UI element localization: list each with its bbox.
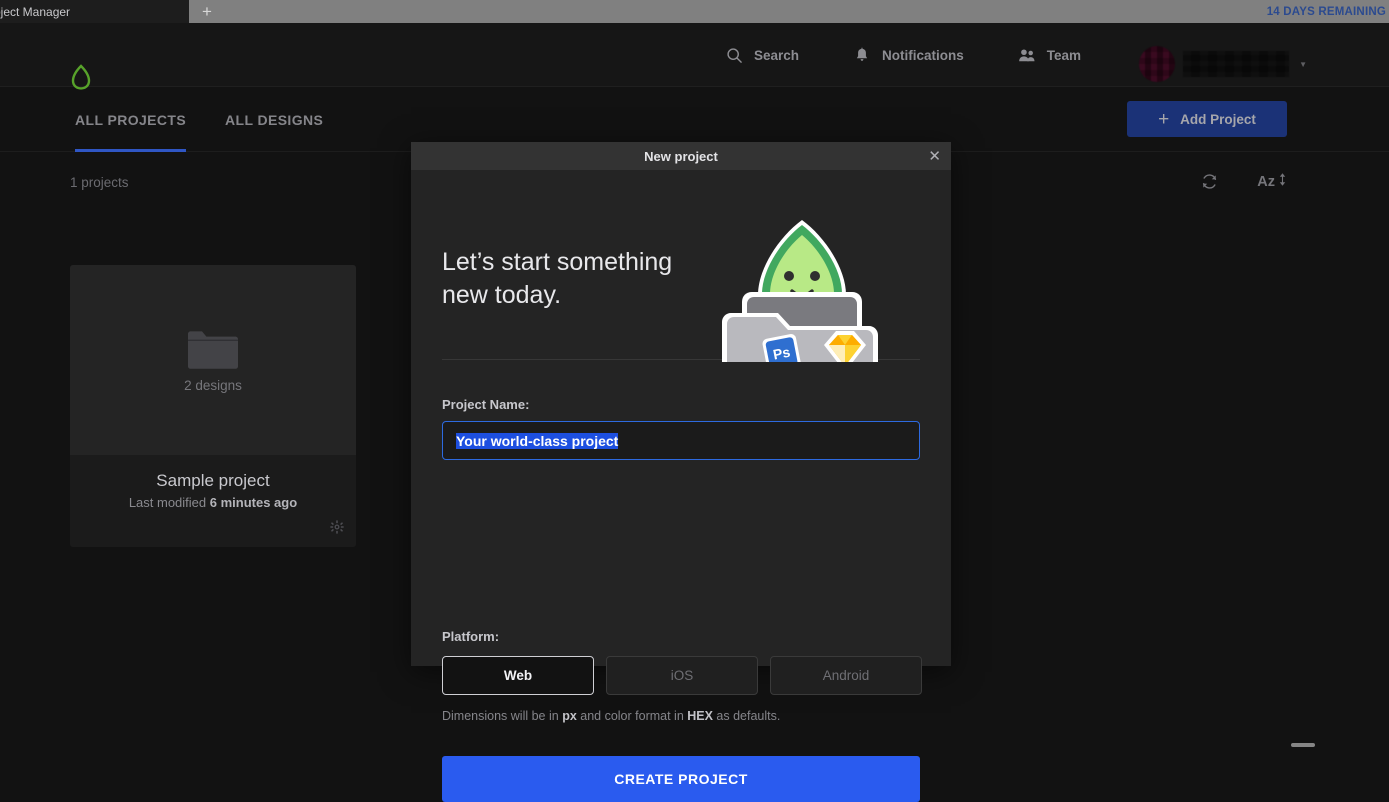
app-header: Search Notifications Team [0, 23, 1389, 87]
platform-label: Platform: [442, 629, 499, 644]
project-name-input[interactable] [442, 421, 920, 460]
svg-text:Ps: Ps [772, 344, 792, 362]
nav-item-label: Notifications [882, 48, 964, 63]
avocado-logo-icon[interactable] [70, 64, 92, 90]
browser-tab-title: oject Manager [0, 5, 70, 19]
nav-item-search[interactable]: Search [725, 46, 799, 64]
user-name-redacted [1183, 51, 1289, 77]
modal-hero: Let’s start something new today. [442, 170, 920, 360]
new-project-modal: New project ✕ Let’s start something new … [411, 142, 951, 666]
dims-note-part2: and color format in [577, 709, 687, 723]
dims-format: HEX [687, 709, 713, 723]
sort-label: Az [1257, 174, 1275, 190]
nav-item-label: Search [754, 48, 799, 63]
project-thumbnail: 2 designs [70, 265, 356, 455]
folder-icon [186, 328, 240, 372]
chevron-down-icon: ▼ [1299, 60, 1307, 69]
browser-chrome: oject Manager + 14 DAYS REMAINING [0, 0, 1389, 23]
project-modified: Last modified 6 minutes ago [70, 495, 356, 510]
add-project-label: Add Project [1180, 112, 1256, 127]
gear-icon[interactable] [330, 520, 344, 539]
search-icon [725, 46, 743, 64]
nav-item-team[interactable]: Team [1018, 46, 1081, 64]
tab-all-projects[interactable]: ALL PROJECTS [75, 88, 186, 152]
modified-value: 6 minutes ago [210, 495, 297, 510]
refresh-icon[interactable] [1200, 172, 1219, 191]
browser-tab-strip: oject Manager + [0, 0, 225, 23]
platform-option-web[interactable]: Web [442, 656, 594, 695]
modal-heading: Let’s start something new today. [442, 246, 672, 312]
platform-option-android[interactable]: Android [770, 656, 922, 695]
project-card[interactable]: 2 designs Sample project Last modified 6… [70, 265, 356, 547]
modified-prefix: Last modified [129, 495, 210, 510]
sort-control[interactable]: Az [1257, 172, 1287, 191]
user-menu[interactable]: ▼ [1139, 46, 1307, 82]
trial-days-remaining: 14 DAYS REMAINING [1267, 6, 1389, 18]
modal-body: Let’s start something new today. [411, 170, 951, 666]
tab-active-underline [75, 149, 186, 152]
dims-unit: px [562, 709, 577, 723]
nav-item-notifications[interactable]: Notifications [853, 46, 964, 64]
tab-all-designs[interactable]: ALL DESIGNS [225, 88, 323, 152]
nav-item-label: Team [1047, 48, 1081, 63]
sort-updown-icon [1278, 172, 1287, 191]
projects-count: 1 projects [70, 175, 129, 190]
project-title: Sample project [70, 471, 356, 491]
project-card-info: Sample project Last modified 6 minutes a… [70, 455, 356, 547]
plus-icon: + [1158, 110, 1169, 129]
platform-options: Web iOS Android [442, 656, 922, 695]
browser-tab[interactable]: oject Manager [0, 0, 189, 23]
modal-titlebar: New project ✕ [411, 142, 951, 170]
designs-count: 2 designs [184, 378, 242, 393]
list-toolbar: Az [1200, 172, 1287, 191]
avatar [1139, 46, 1175, 82]
new-tab-icon[interactable]: + [189, 0, 225, 23]
add-project-button[interactable]: + Add Project [1127, 101, 1287, 137]
bell-icon [853, 46, 871, 64]
dims-note-part3: as defaults. [713, 709, 780, 723]
close-icon[interactable]: ✕ [928, 142, 941, 170]
people-icon [1018, 46, 1036, 64]
scrollbar-nub[interactable] [1291, 743, 1315, 747]
header-nav: Search Notifications Team [725, 23, 1081, 87]
platform-option-ios[interactable]: iOS [606, 656, 758, 695]
create-project-button[interactable]: CREATE PROJECT [442, 756, 920, 802]
dimensions-note: Dimensions will be in px and color forma… [442, 709, 780, 723]
project-name-label: Project Name: [442, 397, 529, 412]
tab-label: ALL PROJECTS [75, 112, 186, 128]
tab-label: ALL DESIGNS [225, 112, 323, 128]
avocado-laptop-illustration: Ps [720, 212, 926, 362]
modal-title: New project [644, 149, 718, 164]
dims-note-part1: Dimensions will be in [442, 709, 562, 723]
